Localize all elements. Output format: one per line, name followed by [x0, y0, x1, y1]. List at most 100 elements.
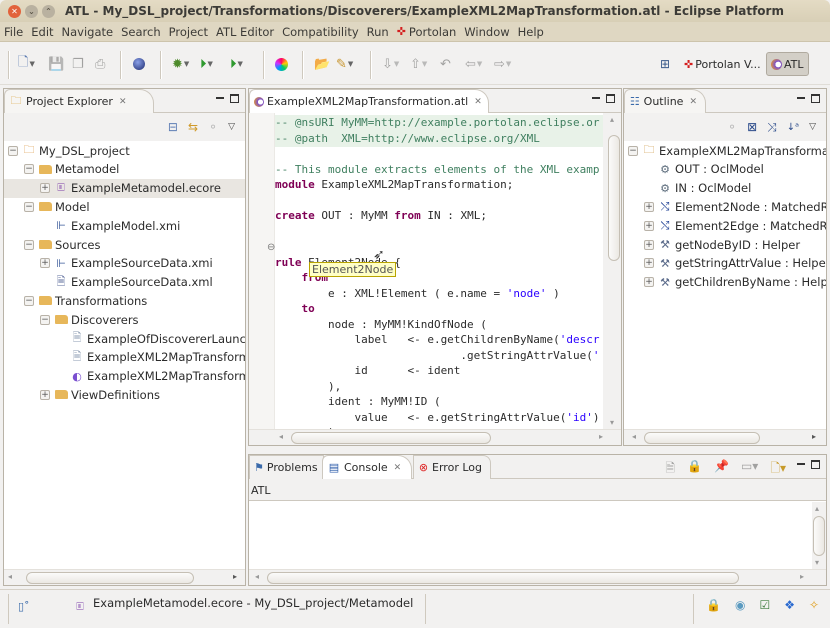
expand-toggle[interactable]: + — [40, 183, 50, 194]
tree-item[interactable]: 🗎 ExampleSourceData.xml — [40, 273, 213, 292]
scroll-right-icon[interactable]: ▸ — [800, 572, 804, 581]
menu-window[interactable]: Window — [464, 25, 509, 39]
tree-item[interactable]: − Sources — [24, 235, 101, 254]
scrollbar-thumb[interactable] — [291, 432, 491, 444]
tree-item[interactable]: + ⚒ getChildrenByName : Helper — [644, 273, 826, 292]
menu-help[interactable]: Help — [518, 25, 544, 39]
scroll-left-icon[interactable]: ◂ — [255, 572, 259, 581]
tree-item[interactable]: − Discoverers — [40, 310, 139, 329]
collapse-toggle[interactable]: − — [40, 314, 50, 325]
tree-item[interactable]: ⊩ ExampleModel.xmi — [40, 216, 180, 235]
open-console-icon[interactable]: 🗋▾ — [770, 459, 786, 480]
scroll-right-icon[interactable]: ▸ — [599, 432, 603, 441]
maximize-view-icon[interactable] — [811, 94, 820, 103]
tree-item[interactable]: + 🗉 ExampleMetamodel.ecore — [4, 178, 245, 198]
menu-search[interactable]: Search — [121, 25, 161, 39]
scroll-down-icon[interactable]: ▾ — [815, 558, 819, 567]
filter-icon[interactable]: ⚬ — [208, 120, 218, 134]
collapse-toggle[interactable]: − — [8, 145, 18, 156]
tab-project-explorer[interactable]: 🗀 Project Explorer ✕ — [4, 89, 154, 113]
globe-icon[interactable]: ◉ — [735, 598, 745, 612]
scrollbar-thumb[interactable] — [26, 572, 194, 584]
close-window-button[interactable]: ✕ — [8, 4, 21, 18]
expand-toggle[interactable]: + — [644, 220, 654, 231]
perspective-portolan[interactable]: ✜ Portolan V... — [684, 55, 761, 73]
maximize-view-icon[interactable] — [606, 94, 615, 103]
menu-atl-editor[interactable]: ATL Editor — [216, 25, 274, 39]
search-tool-button[interactable]: ✎ ▼ — [336, 55, 353, 73]
vertical-scrollbar[interactable]: ▴ ▾ — [812, 502, 826, 569]
save-button[interactable]: 💾 — [48, 55, 64, 73]
collapse-all-icon[interactable]: ⊟ — [168, 120, 178, 134]
scroll-right-icon[interactable]: ▸ — [233, 572, 237, 581]
display-console-icon[interactable]: ▭▾ — [741, 459, 758, 480]
star-icon[interactable]: ✧ — [809, 598, 819, 612]
scrollbar-thumb[interactable] — [813, 516, 825, 556]
minimize-view-icon[interactable] — [797, 463, 805, 465]
hide-fields-icon[interactable]: ⊠ — [747, 120, 757, 134]
horizontal-scrollbar[interactable]: ◂ ▸ — [624, 429, 826, 445]
scroll-up-icon[interactable]: ▴ — [610, 115, 614, 124]
maximize-view-icon[interactable] — [811, 460, 820, 469]
tree-item[interactable]: − Transformations — [24, 291, 147, 310]
scroll-right-icon[interactable]: ▸ — [812, 432, 816, 441]
tree-item[interactable]: − 🗀 ExampleXML2MapTransformati — [628, 141, 826, 160]
collapse-toggle[interactable]: − — [24, 295, 34, 306]
sort-alpha-icon[interactable]: ↓ᵃ — [787, 122, 799, 133]
filter-icon[interactable]: ⚬ — [727, 120, 737, 134]
close-tab-icon[interactable]: ✕ — [119, 97, 127, 107]
tree-item[interactable]: + ⤭ Element2Edge : MatchedRul — [644, 216, 826, 235]
tree-item[interactable]: ⚙ IN : OclModel — [644, 179, 751, 198]
menu-project[interactable]: Project — [169, 25, 208, 39]
collapse-toggle[interactable]: − — [24, 201, 34, 212]
scrollbar-thumb[interactable] — [267, 572, 739, 584]
clear-console-icon[interactable]: 🗎 — [665, 459, 675, 480]
menu-portolan[interactable]: ✜ Portolan — [397, 25, 457, 39]
vertical-scrollbar[interactable]: ▴ ▾ — [607, 113, 621, 429]
lock-icon[interactable]: 🔒 — [706, 598, 721, 612]
fast-view-icon[interactable]: ▯˚ — [18, 600, 30, 613]
scrollbar-thumb[interactable] — [608, 135, 620, 261]
minimize-view-icon[interactable] — [592, 97, 600, 99]
run-button[interactable]: ⏵ ▼ — [200, 55, 213, 73]
scrollbar-thumb[interactable] — [644, 432, 760, 444]
pin-console-icon[interactable]: 📌 — [714, 459, 729, 480]
collapse-toggle[interactable]: − — [628, 145, 638, 156]
previous-annotation-button[interactable]: ⇧ ▼ — [410, 55, 427, 73]
view-menu-icon[interactable]: ▽ — [228, 122, 235, 132]
minimize-window-button[interactable]: ⌄ — [25, 4, 38, 18]
last-edit-location-button[interactable]: ↶ — [440, 55, 451, 73]
perspective-atl[interactable]: ATL — [766, 52, 809, 76]
color-wheel-button[interactable] — [275, 55, 288, 73]
link-with-editor-icon[interactable]: ⇆ — [188, 120, 198, 134]
open-perspective-button[interactable]: ⊞ — [660, 55, 670, 73]
collapse-toggle[interactable]: − — [24, 239, 34, 250]
scroll-up-icon[interactable]: ▴ — [815, 504, 819, 513]
maximize-window-button[interactable]: ⌃ — [42, 4, 55, 18]
expand-toggle[interactable]: + — [644, 201, 654, 212]
tree-item[interactable]: 🗎 ExampleXML2MapTransforma — [56, 348, 245, 367]
horizontal-scrollbar[interactable]: ◂ ▸ — [4, 569, 245, 585]
close-tab-icon[interactable]: ✕ — [689, 97, 697, 107]
ecore-tools-button[interactable] — [133, 55, 145, 73]
scroll-left-icon[interactable]: ◂ — [632, 432, 636, 441]
menu-run[interactable]: Run — [367, 25, 389, 39]
menu-edit[interactable]: Edit — [31, 25, 53, 39]
menu-compatibility[interactable]: Compatibility — [282, 25, 359, 39]
tree-item[interactable]: 🗎 ExampleOfDiscovererLaunch. — [56, 329, 245, 348]
close-tab-icon[interactable]: ✕ — [474, 97, 482, 107]
maximize-view-icon[interactable] — [230, 94, 239, 103]
minimize-view-icon[interactable] — [797, 97, 805, 99]
collapse-toggle[interactable]: − — [24, 164, 34, 175]
debug-button[interactable]: ✹ ▼ — [172, 55, 189, 73]
scroll-left-icon[interactable]: ◂ — [8, 572, 12, 581]
tree-item[interactable]: ◐ ExampleXML2MapTransforma — [56, 367, 245, 386]
tree-item[interactable]: − 🗀 My_DSL_project — [8, 141, 130, 160]
tree-item[interactable]: + ⚒ getStringAttrValue : Helper — [644, 254, 826, 273]
tab-editor-atl[interactable]: ExampleXML2MapTransformation.atl ✕ — [249, 89, 489, 113]
tree-item[interactable]: − Model — [24, 197, 90, 216]
minimize-view-icon[interactable] — [216, 97, 224, 99]
close-tab-icon[interactable]: ✕ — [394, 463, 402, 473]
save-all-button[interactable]: ❐ — [72, 55, 84, 73]
back-button[interactable]: ⇦ ▼ — [465, 55, 482, 73]
